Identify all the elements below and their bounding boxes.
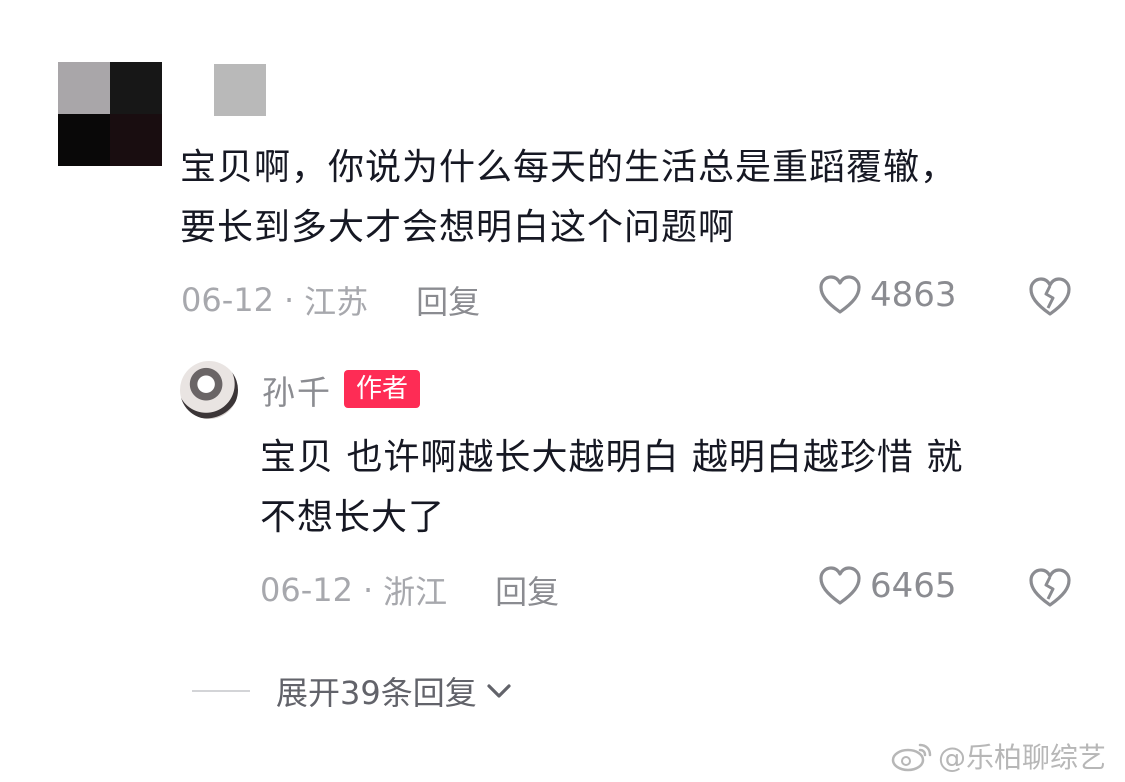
reply-text-line1: 宝贝 也许啊越长大越明白 越明白越珍惜 就	[260, 437, 964, 478]
reply-dislike-button[interactable]	[1028, 567, 1072, 613]
comment-date: 06-12	[181, 281, 274, 319]
commenter-avatar[interactable]	[58, 62, 162, 166]
author-badge: 作者	[344, 370, 421, 408]
watermark: @乐柏聊综艺	[890, 736, 1106, 776]
comment-text-line2: 要长到多大才会想明白这个问题啊	[180, 207, 736, 248]
comment-reply-button[interactable]: 回复	[416, 277, 480, 323]
divider-line	[192, 690, 250, 692]
heart-outline-icon	[819, 275, 861, 314]
reply-text: 宝贝 也许啊越长大越明白 越明白越珍惜 就 不想长大了	[260, 428, 1100, 548]
expand-replies-label: 展开39条回复	[276, 674, 477, 712]
broken-heart-icon	[1029, 568, 1071, 607]
reply-author-avatar[interactable]	[180, 361, 238, 419]
comment-text: 宝贝啊，你说为什么每天的生活总是重蹈覆辙， 要长到多大才会想明白这个问题啊	[180, 138, 1080, 258]
avatar-pixel	[58, 114, 110, 166]
broken-heart-icon	[1029, 277, 1071, 316]
reply-date: 06-12	[260, 571, 353, 609]
expand-replies-button[interactable]: 展开39条回复	[192, 668, 513, 714]
comment-meta: 06-12 · 江苏 回复	[181, 277, 480, 323]
reply-location: 浙江	[383, 573, 448, 611]
reply-text-line2: 不想长大了	[260, 497, 446, 538]
commenter-name-blurred[interactable]	[214, 64, 266, 116]
reply-reply-button[interactable]: 回复	[495, 567, 559, 613]
meta-separator: ·	[283, 281, 295, 319]
heart-outline-icon	[819, 566, 861, 605]
reply-meta: 06-12 · 浙江 回复	[260, 567, 559, 613]
avatar-pixel	[110, 114, 162, 166]
chevron-down-icon	[487, 684, 511, 698]
comment-like-button[interactable]: 4863	[818, 274, 957, 316]
comment-dislike-button[interactable]	[1028, 276, 1072, 322]
reply-like-count: 6465	[870, 566, 957, 606]
watermark-text: @乐柏聊综艺	[938, 741, 1107, 774]
meta-separator: ·	[362, 571, 374, 609]
comment-text-line1: 宝贝啊，你说为什么每天的生活总是重蹈覆辙，	[180, 147, 958, 188]
reply-author-name[interactable]: 孙千	[262, 366, 332, 414]
reply-like-button[interactable]: 6465	[818, 565, 957, 607]
avatar-pixel	[58, 62, 110, 114]
weibo-icon	[891, 743, 932, 772]
comment-like-count: 4863	[870, 275, 957, 315]
comment-location: 江苏	[304, 283, 369, 321]
avatar-pixel	[110, 62, 162, 114]
